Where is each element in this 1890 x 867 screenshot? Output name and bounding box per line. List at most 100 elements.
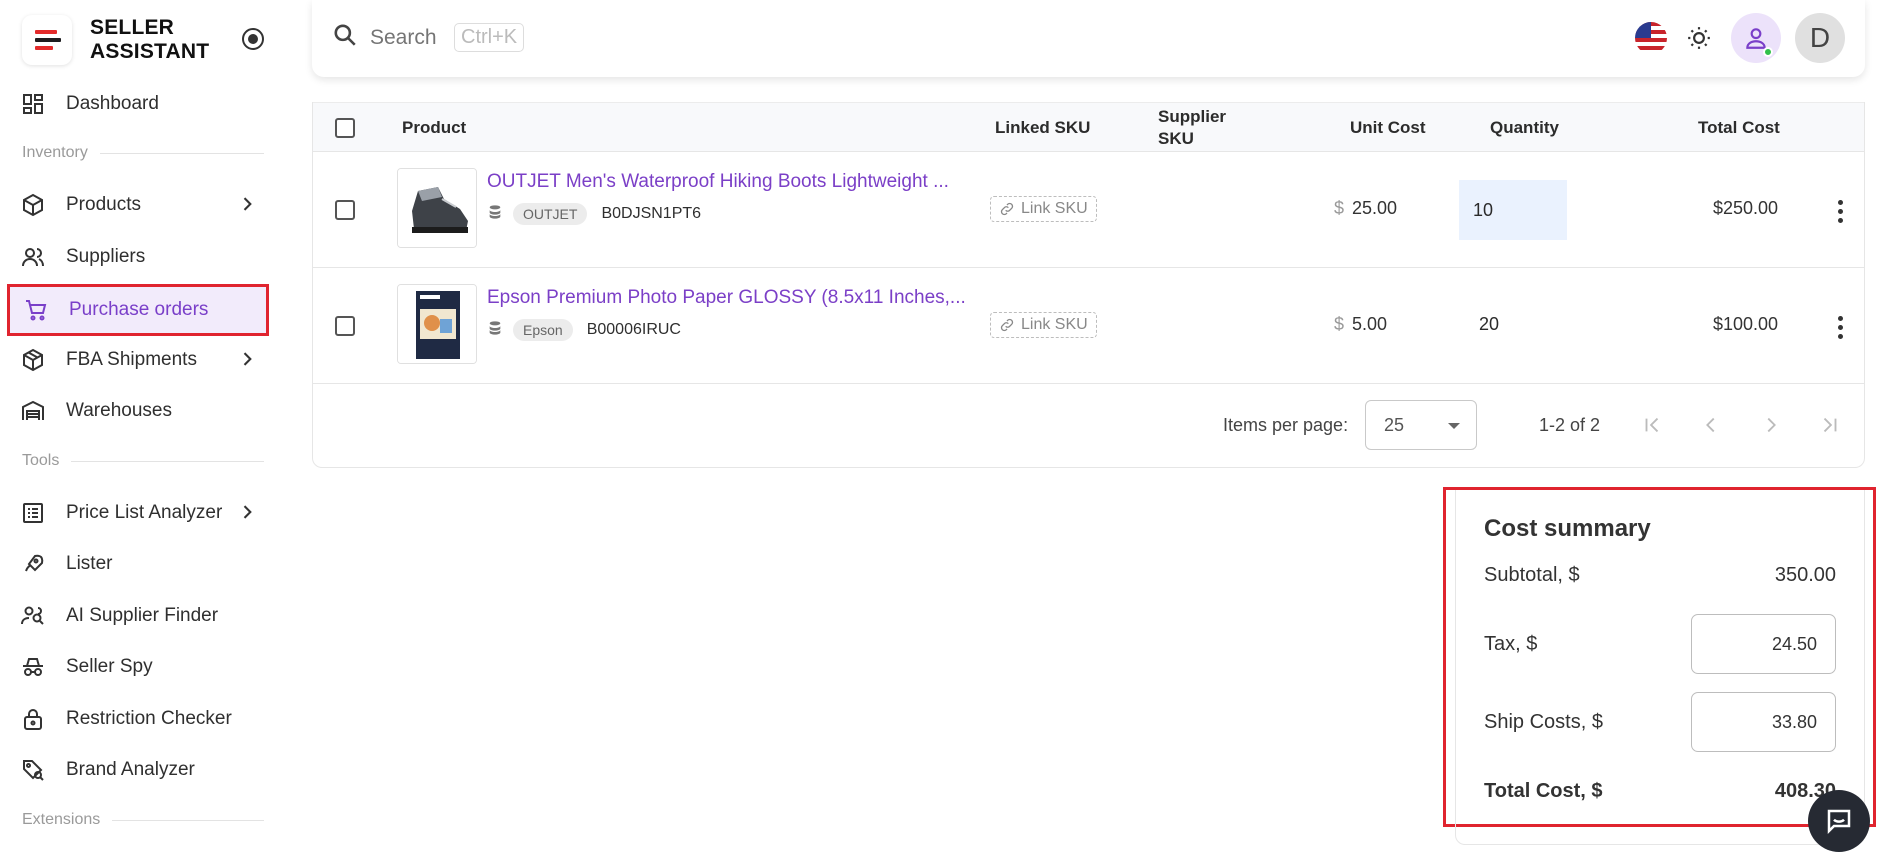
items-per-page-select[interactable]: 25 — [1365, 400, 1477, 450]
next-page-icon[interactable] — [1758, 412, 1784, 438]
ship-costs-input[interactable] — [1691, 692, 1836, 752]
items-per-page-value: 25 — [1384, 414, 1405, 435]
product-info: Epson Premium Photo Paper GLOSSY (8.5x11… — [487, 287, 966, 341]
column-header-linked-sku[interactable]: Linked SKU — [995, 103, 1090, 153]
sidebar-item-restriction-checker[interactable]: Restriction Checker — [7, 695, 269, 743]
cart-icon — [23, 297, 49, 323]
link-sku-label: Link SKU — [1021, 200, 1088, 217]
sidebar-item-products[interactable]: Products — [7, 181, 269, 229]
list-icon — [20, 500, 46, 526]
product-name-link[interactable]: Epson Premium Photo Paper GLOSSY (8.5x11… — [487, 287, 966, 309]
online-status-dot — [1763, 47, 1773, 57]
package-icon — [20, 347, 46, 373]
header-actions: D — [1635, 13, 1845, 63]
currency-symbol: $ — [1334, 314, 1345, 334]
avatar[interactable]: D — [1795, 13, 1845, 63]
chat-support-button[interactable] — [1808, 790, 1870, 852]
row-checkbox[interactable] — [335, 200, 355, 220]
last-page-icon[interactable] — [1817, 412, 1843, 438]
search-input[interactable] — [370, 25, 450, 50]
search-bar[interactable]: Ctrl+K — [332, 22, 525, 53]
sidebar-item-ai-supplier-finder[interactable]: AI Supplier Finder — [7, 592, 269, 640]
sidebar-item-fba-shipments[interactable]: FBA Shipments — [7, 336, 269, 384]
quantity-value[interactable]: 20 — [1459, 314, 1499, 335]
total-cost-row: Total Cost, $ 408.30 — [1484, 780, 1836, 803]
product-name-link[interactable]: OUTJET Men's Waterproof Hiking Boots Lig… — [487, 171, 949, 193]
column-header-unit-cost[interactable]: Unit Cost — [1350, 103, 1426, 153]
sidebar-item-label: Suppliers — [66, 246, 146, 267]
rocket-icon — [20, 551, 46, 577]
sidebar-item-seller-spy[interactable]: Seller Spy — [7, 643, 269, 691]
section-label-inventory: Inventory — [22, 144, 264, 162]
product-thumbnail[interactable] — [397, 284, 477, 364]
quantity-value[interactable]: 10 — [1459, 180, 1567, 240]
column-header-total-cost[interactable]: Total Cost — [1698, 103, 1780, 153]
items-per-page-label: Items per page: — [1223, 415, 1349, 435]
sidebar: SELLER ASSISTANT Dashboard Inventory Pro… — [0, 0, 292, 867]
table-row: OUTJET Men's Waterproof Hiking Boots Lig… — [313, 152, 1864, 268]
quantity-input[interactable]: 10 — [1459, 180, 1567, 240]
first-page-icon[interactable] — [1639, 412, 1665, 438]
sidebar-item-dashboard[interactable]: Dashboard — [7, 80, 269, 128]
dashboard-icon — [20, 91, 46, 117]
tax-input[interactable] — [1691, 614, 1836, 674]
asin: B0DJSN1PT6 — [601, 205, 702, 222]
unit-cost-value: 5.00 — [1352, 314, 1388, 334]
column-header-quantity[interactable]: Quantity — [1490, 103, 1559, 153]
brand-chip: OUTJET — [513, 203, 588, 225]
tax-label: Tax, $ — [1484, 632, 1538, 655]
column-header-supplier-sku[interactable]: Supplier SKU — [1158, 103, 1248, 153]
row-menu-icon[interactable] — [1837, 316, 1843, 339]
sidebar-item-warehouses[interactable]: Warehouses — [7, 387, 269, 435]
total-cost-label: Total Cost, $ — [1484, 780, 1603, 802]
search-icon — [332, 22, 358, 53]
link-sku-button[interactable]: Link SKU — [990, 312, 1097, 338]
column-header-product[interactable]: Product — [402, 103, 466, 153]
pagination: Items per page: 25 1-2 of 2 — [313, 386, 1864, 468]
warehouse-icon — [20, 398, 46, 424]
product-info: OUTJET Men's Waterproof Hiking Boots Lig… — [487, 171, 949, 225]
sidebar-item-brand-analyzer[interactable]: Brand Analyzer — [7, 746, 269, 794]
sidebar-item-suppliers[interactable]: Suppliers — [7, 233, 269, 281]
search-shortcut: Ctrl+K — [454, 23, 525, 52]
sidebar-toggle-icon[interactable] — [242, 28, 264, 50]
select-all-checkbox[interactable] — [335, 103, 355, 153]
sidebar-item-label: Seller Spy — [66, 656, 153, 677]
table-row: Epson Premium Photo Paper GLOSSY (8.5x11… — [313, 268, 1864, 384]
sidebar-item-label: Purchase orders — [69, 299, 209, 320]
sidebar-item-label: Products — [66, 194, 141, 215]
box-icon — [20, 192, 46, 218]
sidebar-item-label: Warehouses — [66, 400, 172, 421]
sidebar-item-lister[interactable]: Lister — [7, 540, 269, 588]
chevron-right-icon — [237, 502, 257, 528]
brand-name: SELLER ASSISTANT — [90, 16, 210, 63]
section-label-extensions: Extensions — [22, 811, 264, 829]
user-account-button[interactable] — [1731, 13, 1781, 63]
subtotal-value: 350.00 — [1774, 564, 1836, 586]
subtotal-label: Subtotal, $ — [1484, 564, 1580, 586]
chevron-right-icon — [237, 349, 257, 375]
us-flag-icon[interactable] — [1635, 22, 1667, 54]
sidebar-item-label: AI Supplier Finder — [66, 605, 219, 626]
sidebar-item-purchase-orders[interactable]: Purchase orders — [7, 284, 269, 336]
product-thumbnail[interactable] — [397, 168, 477, 248]
page-range: 1-2 of 2 — [1539, 415, 1601, 435]
tag-search-icon — [20, 757, 46, 783]
section-label-tools: Tools — [22, 452, 264, 470]
cost-summary-title: Cost summary — [1484, 515, 1651, 542]
link-sku-button[interactable]: Link SKU — [990, 196, 1097, 222]
sidebar-item-price-list-analyzer[interactable]: Price List Analyzer — [7, 489, 269, 537]
sidebar-item-label: Lister — [66, 553, 113, 574]
stack-icon — [487, 204, 503, 225]
unit-cost: $ 25.00 — [1334, 198, 1397, 219]
previous-page-icon[interactable] — [1698, 412, 1724, 438]
quantity-input[interactable]: 20 — [1459, 314, 1499, 335]
unit-cost: $ 5.00 — [1334, 314, 1387, 335]
theme-toggle-icon[interactable] — [1681, 20, 1717, 56]
brand[interactable]: SELLER ASSISTANT — [22, 14, 272, 66]
row-menu-icon[interactable] — [1837, 200, 1843, 223]
link-icon — [1000, 318, 1014, 332]
currency-symbol: $ — [1334, 198, 1345, 218]
user-search-icon — [20, 603, 46, 629]
row-checkbox[interactable] — [335, 316, 355, 336]
